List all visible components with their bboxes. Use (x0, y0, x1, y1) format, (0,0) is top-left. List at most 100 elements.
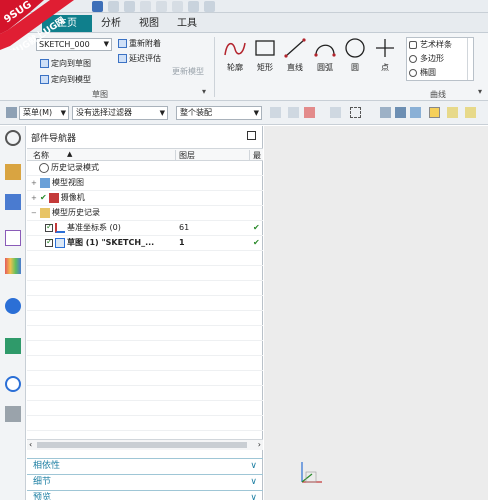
part-navigator-icon[interactable] (5, 230, 21, 246)
section-preview[interactable]: 预览 ∨ (27, 490, 263, 500)
tab-analysis[interactable]: 分析 (96, 15, 126, 32)
history-icon[interactable] (5, 376, 21, 392)
shaded-icon[interactable] (395, 107, 406, 118)
polygon-label: 多边形 (420, 54, 444, 63)
paste-icon[interactable] (172, 1, 183, 12)
orient-sketch-icon (40, 58, 49, 68)
tab-view[interactable]: 视图 (134, 15, 164, 32)
tree-row[interactable]: 草图 (1) "SKETCH_... 1 ✔ (27, 235, 263, 251)
empty-row (27, 326, 263, 341)
menu-dropdown[interactable]: 菜单(M) ▼ (19, 106, 69, 120)
expand-icon[interactable]: ▾ (202, 87, 206, 96)
visibility-checkbox[interactable] (45, 220, 53, 234)
touch-mode-icon[interactable] (188, 1, 199, 12)
settings-icon[interactable] (5, 130, 21, 146)
arc-tool[interactable]: 圆弧 (310, 37, 340, 83)
window-icon[interactable] (204, 1, 215, 12)
info-icon[interactable] (5, 298, 21, 314)
snap-point-icon[interactable] (304, 107, 315, 118)
assembly-navigator-icon[interactable] (5, 164, 21, 180)
roles-icon[interactable] (5, 406, 21, 422)
part-navigator-panel: 部件导航器 名称 ▲ 图层 最 历史记录模式 + 模型视图 + ✔ 摄像机 − … (27, 126, 263, 500)
copy-icon[interactable] (156, 1, 167, 12)
tree-row[interactable]: + 模型视图 (27, 176, 263, 191)
ellipse-item[interactable]: 椭圆 (407, 66, 473, 80)
reattach-button[interactable]: 重新附着 (118, 37, 161, 49)
deselect-icon[interactable] (288, 107, 299, 118)
empty-row (27, 386, 263, 401)
column-separator[interactable] (175, 150, 176, 161)
column-layer-header[interactable]: 图层 (179, 150, 195, 161)
sort-up-icon[interactable]: ▲ (67, 150, 72, 158)
tree-row[interactable]: − 模型历史记录 (27, 206, 263, 221)
undo-icon[interactable] (108, 1, 119, 12)
polygon-item[interactable]: 多边形 (407, 52, 473, 66)
reuse-library-icon[interactable] (5, 258, 21, 274)
tree-row[interactable]: + ✔ 摄像机 (27, 191, 263, 206)
expand-plus-icon[interactable]: + (31, 191, 38, 205)
orient-to-model-button[interactable]: 定向到模型 (40, 73, 91, 85)
chevron-down-icon: ∨ (250, 493, 257, 500)
point-tool[interactable]: 点 (370, 37, 400, 83)
tree-row-label: 模型视图 (52, 178, 84, 187)
column-extra-header[interactable]: 最 (253, 150, 261, 161)
rectangle-icon (255, 40, 275, 56)
tree-row[interactable]: 历史记录模式 (27, 161, 263, 176)
orient-to-sketch-button[interactable]: 定向到草图 (40, 57, 91, 69)
save-icon[interactable] (92, 1, 103, 12)
curve-expand-icon[interactable]: ▾ (478, 87, 482, 96)
select-all-icon[interactable] (270, 107, 281, 118)
view-icon[interactable] (380, 107, 391, 118)
point-label: 点 (381, 63, 389, 72)
section-label: 相依性 (33, 461, 61, 471)
update-model-button[interactable]: 更新模型 (172, 65, 204, 77)
scroll-left-icon[interactable]: ‹ (29, 440, 32, 449)
expand-plus-icon[interactable]: + (31, 176, 38, 190)
section-dependencies[interactable]: 相依性 ∨ (27, 458, 263, 473)
profile-icon (224, 42, 246, 56)
curve-gallery-scrollbar[interactable] (467, 38, 473, 80)
assembly-scope-label: 整个装配 (180, 108, 212, 117)
selection-filter-label: 没有选择过滤器 (76, 108, 132, 117)
circle-tool[interactable]: 圆 (340, 37, 370, 83)
tree-row[interactable]: 基准坐标系 (0) 61 ✔ (27, 220, 263, 236)
spline-icon (409, 41, 417, 49)
rectangle-select-icon[interactable] (350, 107, 361, 118)
rectangle-label: 矩形 (257, 63, 273, 72)
constraint-navigator-icon[interactable] (5, 194, 21, 210)
line-snap-icon[interactable] (465, 107, 476, 118)
lasso-icon[interactable] (330, 107, 341, 118)
cut-icon[interactable] (140, 1, 151, 12)
horizontal-scrollbar[interactable]: ‹ › (27, 439, 263, 450)
web-browser-icon[interactable] (5, 338, 21, 354)
chevron-down-icon: ▼ (159, 109, 165, 117)
camera-icon (48, 193, 59, 203)
collapse-minus-icon[interactable]: − (31, 206, 38, 220)
scrollbar-thumb[interactable] (37, 442, 247, 448)
line-tool[interactable]: 直线 (280, 37, 310, 83)
profile-tool[interactable]: 轮廓 (220, 37, 250, 83)
section-details[interactable]: 细节 ∨ (27, 474, 263, 489)
arc-icon (314, 44, 336, 57)
scroll-right-icon[interactable]: › (258, 440, 261, 449)
snap-toggle-icon[interactable] (429, 107, 440, 118)
rectangle-tool[interactable]: 矩形 (250, 37, 280, 83)
cube-icon[interactable] (410, 107, 421, 118)
curve-gallery[interactable]: 艺术样条 多边形 椭圆 (406, 37, 474, 81)
spline-item[interactable]: 艺术样条 (407, 38, 473, 52)
redo-icon[interactable] (124, 1, 135, 12)
assembly-scope-dropdown[interactable]: 整个装配 ▼ (176, 106, 262, 120)
curve-snap-icon[interactable] (447, 107, 458, 118)
empty-row (27, 296, 263, 311)
site-logo: 9SUG 学UG就上UG网 (0, 0, 86, 61)
tab-tools[interactable]: 工具 (172, 15, 202, 32)
visibility-checkbox[interactable] (45, 235, 53, 249)
column-separator[interactable] (249, 150, 250, 161)
maximize-icon[interactable] (247, 131, 256, 140)
selection-filter-dropdown[interactable]: 没有选择过滤器 ▼ (72, 106, 168, 120)
ellipse-icon (409, 69, 417, 77)
delay-eval-button[interactable]: 延迟评估 (118, 52, 161, 64)
column-name-header[interactable]: 名称 (33, 150, 49, 161)
graphics-window[interactable] (264, 126, 488, 500)
curve-group-label: 曲线 (430, 90, 446, 99)
